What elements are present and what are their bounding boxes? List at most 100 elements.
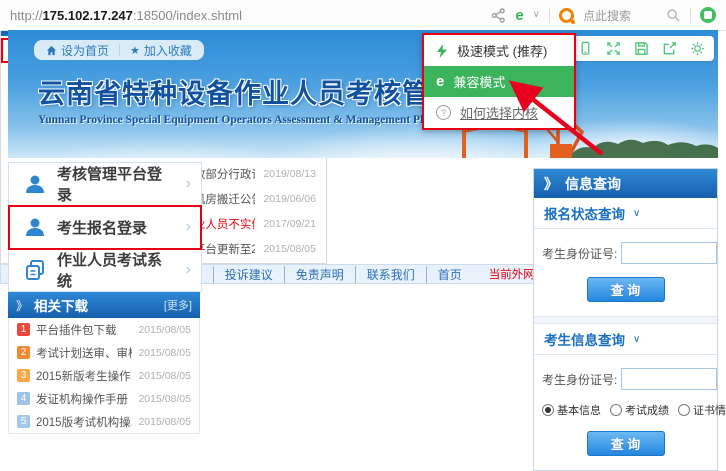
download-date: 2015/08/05 xyxy=(138,416,191,428)
chevron-right-icon: › xyxy=(186,218,191,236)
share-icon[interactable] xyxy=(491,8,506,23)
footer-link[interactable]: 首页 xyxy=(427,266,473,283)
download-date: 2015/08/05 xyxy=(138,324,191,336)
settings-gear-icon[interactable] xyxy=(690,41,705,56)
download-item[interactable]: 5 2015版考试机构操... 2015/08/05 xyxy=(9,410,199,433)
download-title: 发证机构操作手册 xyxy=(36,391,132,407)
toolbar-divider xyxy=(549,8,550,23)
url-host: 175.102.17.247 xyxy=(43,8,133,23)
downloads-panel: 》 相关下载 [更多] 1 平台插件包下载 2015/08/05 2 考试计划送… xyxy=(8,292,200,434)
download-item[interactable]: 4 发证机构操作手册 2015/08/05 xyxy=(9,387,199,410)
user-icon xyxy=(23,215,47,239)
rank-badge: 4 xyxy=(17,392,30,405)
id-number-input[interactable] xyxy=(621,242,717,264)
mode-item-speed[interactable]: 极速模式 (推荐) xyxy=(424,35,574,66)
download-date: 2015/08/05 xyxy=(138,370,191,382)
download-title: 2015版考试机构操... xyxy=(36,414,132,430)
download-title: 平台插件包下载 xyxy=(36,322,132,338)
info-type-radios: 基本信息 考试成绩 证书情况 xyxy=(542,402,709,418)
url-suffix: :18500/index.shtml xyxy=(133,8,242,23)
query-button[interactable]: 查 询 xyxy=(587,277,665,302)
section-title: 报名状态查询 xyxy=(544,203,625,223)
downloads-title: 相关下载 xyxy=(34,295,88,315)
save-icon[interactable] xyxy=(634,41,649,56)
documents-icon xyxy=(23,258,47,282)
lightning-icon xyxy=(436,44,448,58)
rank-badge: 5 xyxy=(17,415,30,428)
section-divider xyxy=(534,316,717,324)
mobile-qr-icon[interactable] xyxy=(578,41,593,56)
download-date: 2015/08/05 xyxy=(138,347,191,359)
add-favorite-link[interactable]: ★ 加入收藏 xyxy=(130,42,192,59)
search-icon[interactable] xyxy=(666,8,681,23)
candidate-info-form: 考生身份证号: 基本信息 考试成绩 证书情况 查 询 xyxy=(534,355,717,470)
sidebar-item-label: 考核管理平台登录 xyxy=(57,163,176,205)
download-item[interactable]: 2 考试计划送审、审核 ... 2015/08/05 xyxy=(9,341,199,364)
registration-status-form: 考生身份证号: 查 询 xyxy=(534,229,717,316)
radio-label: 基本信息 xyxy=(557,402,601,418)
mode-item-help[interactable]: ? 如何选择内核 xyxy=(424,97,574,128)
radio-icon xyxy=(542,404,554,416)
notice-date: 2019/06/06 xyxy=(263,193,316,205)
sidebar-item-admin-login[interactable]: 考核管理平台登录 › xyxy=(9,163,201,206)
rank-badge: 2 xyxy=(17,346,30,359)
radio-label: 证书情况 xyxy=(693,402,726,418)
sidebar-item-candidate-login[interactable]: 考生报名登录 › xyxy=(9,206,201,249)
footer-link[interactable]: 免责声明 xyxy=(285,266,356,283)
radio-icon xyxy=(678,404,690,416)
downloads-more-link[interactable]: [更多] xyxy=(164,297,192,313)
set-homepage-label: 设为首页 xyxy=(61,42,109,59)
rank-badge: 3 xyxy=(17,369,30,382)
query-title: 信息查询 xyxy=(565,174,621,194)
section-title: 考生信息查询 xyxy=(544,329,625,349)
search-engine-logo-icon[interactable] xyxy=(559,8,574,23)
login-entries: 考核管理平台登录 › 考生报名登录 › 作业人员考试系统 › xyxy=(8,162,202,292)
browser-mode-menu: 极速模式 (推荐) e 兼容模式 ? 如何选择内核 xyxy=(422,33,576,130)
id-number-label: 考生身份证号: xyxy=(542,245,617,262)
add-favorite-label: 加入收藏 xyxy=(144,42,192,59)
sidebar-item-label: 作业人员考试系统 xyxy=(57,249,176,291)
double-arrow-icon: 》 xyxy=(544,174,558,194)
browser-search-input[interactable]: 点此搜索 xyxy=(583,7,631,24)
radio-option[interactable]: 基本信息 xyxy=(542,402,601,418)
set-homepage-link[interactable]: 设为首页 xyxy=(46,42,109,59)
quick-links: 设为首页 ★ 加入收藏 xyxy=(34,40,204,60)
sidebar-item-exam-system[interactable]: 作业人员考试系统 › xyxy=(9,249,201,291)
download-title: 2015新版考生操作... xyxy=(36,368,132,384)
divider xyxy=(119,44,120,56)
downloads-header: 》 相关下载 [更多] xyxy=(8,292,200,318)
radio-option[interactable]: 证书情况 xyxy=(678,402,726,418)
section-candidate-info[interactable]: 考生信息查询 ∨ xyxy=(534,324,717,355)
download-item[interactable]: 1 平台插件包下载 2015/08/05 xyxy=(9,318,199,341)
footer-link[interactable]: 联系我们 xyxy=(356,266,427,283)
double-arrow-icon: 》 xyxy=(16,297,28,314)
mode-item-label: 如何选择内核 xyxy=(460,103,538,122)
chevron-right-icon: › xyxy=(186,175,191,193)
id-number-input[interactable] xyxy=(621,368,717,390)
mode-item-compat[interactable]: e 兼容模式 xyxy=(424,66,574,97)
radio-label: 考试成绩 xyxy=(625,402,669,418)
chevron-down-icon: ∨ xyxy=(633,334,640,345)
id-number-label: 考生身份证号: xyxy=(542,371,617,388)
download-list: 1 平台插件包下载 2015/08/05 2 考试计划送审、审核 ... 201… xyxy=(8,318,200,434)
sidebar-item-label: 考生报名登录 xyxy=(57,217,176,238)
ie-compat-mode-icon[interactable]: e xyxy=(515,8,523,23)
url-prefix: http:// xyxy=(10,8,43,23)
query-panel: 》 信息查询 报名状态查询 ∨ 考生身份证号: 查 询 考生信息查询 ∨ 考生身… xyxy=(533,168,718,471)
chevron-down-icon: ∨ xyxy=(633,208,640,219)
address-bar[interactable]: http://175.102.17.247:18500/index.shtml xyxy=(10,8,242,23)
question-icon: ? xyxy=(436,105,451,120)
share-page-icon[interactable] xyxy=(662,41,677,56)
download-item[interactable]: 3 2015新版考生操作... 2015/08/05 xyxy=(9,364,199,387)
rank-badge: 1 xyxy=(17,323,30,336)
footer-link[interactable]: 投诉建议 xyxy=(214,266,285,283)
browser-extension-icon[interactable] xyxy=(700,7,716,23)
mode-item-label: 兼容模式 xyxy=(453,72,505,91)
fullscreen-icon[interactable] xyxy=(606,41,621,56)
radio-option[interactable]: 考试成绩 xyxy=(610,402,669,418)
mode-dropdown-chevron-icon[interactable]: ∨ xyxy=(533,10,540,20)
section-registration-status[interactable]: 报名状态查询 ∨ xyxy=(534,198,717,229)
query-button[interactable]: 查 询 xyxy=(587,431,665,456)
notice-date: 2019/08/13 xyxy=(263,168,316,180)
chevron-right-icon: › xyxy=(186,261,191,279)
